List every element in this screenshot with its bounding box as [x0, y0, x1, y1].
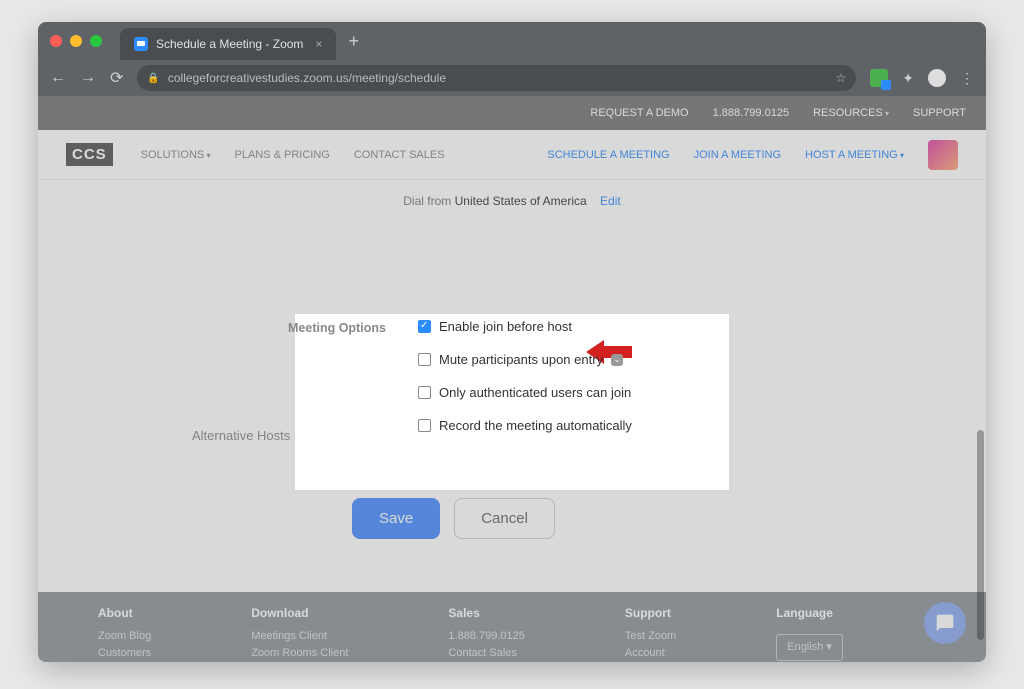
- nav-left: SOLUTIONS PLANS & PRICING CONTACT SALES: [141, 149, 445, 161]
- zoom-favicon-icon: [134, 37, 148, 51]
- footer-download-heading: Download: [251, 606, 348, 620]
- page-footer: About Zoom Blog Customers Download Meeti…: [38, 592, 986, 662]
- opt-join-before-label: Enable join before host: [439, 319, 572, 334]
- resources-dropdown[interactable]: RESOURCES: [813, 107, 889, 119]
- titlebar: Schedule a Meeting - Zoom × +: [38, 22, 986, 60]
- checkbox-icon[interactable]: [418, 419, 431, 432]
- button-row: Save Cancel: [352, 498, 832, 539]
- checkbox-icon[interactable]: [418, 386, 431, 399]
- url-input[interactable]: 🔒 collegeforcreativestudies.zoom.us/meet…: [137, 65, 856, 91]
- opt-record-label: Record the meeting automatically: [439, 418, 632, 433]
- footer-link[interactable]: Contact Sales: [448, 645, 524, 662]
- checkbox-checked-icon[interactable]: [418, 320, 431, 333]
- chat-icon: [935, 613, 955, 633]
- new-tab-button[interactable]: +: [348, 31, 359, 52]
- footer-text: 1.888.799.0125: [448, 628, 524, 645]
- window-controls: [50, 35, 102, 47]
- phone-number: 1.888.799.0125: [713, 107, 789, 119]
- footer-link[interactable]: Customers: [98, 645, 151, 662]
- reload-button[interactable]: ⟳: [110, 68, 123, 88]
- footer-link[interactable]: Account: [625, 645, 676, 662]
- meeting-options-section: Meeting Options Enable join before host …: [288, 319, 718, 433]
- support-link[interactable]: SUPPORT: [913, 107, 966, 119]
- minimize-window-icon[interactable]: [70, 35, 82, 47]
- footer-link[interactable]: Test Zoom: [625, 628, 676, 645]
- authenticated-users-option[interactable]: Only authenticated users can join: [418, 385, 718, 400]
- footer-about: About Zoom Blog Customers: [98, 606, 151, 658]
- footer-language-heading: Language: [776, 606, 843, 620]
- plans-link[interactable]: PLANS & PRICING: [235, 149, 330, 161]
- back-button[interactable]: ←: [50, 69, 66, 87]
- footer-link[interactable]: Meetings Client: [251, 628, 348, 645]
- footer-support: Support Test Zoom Account: [625, 606, 676, 658]
- dial-prefix: Dial from: [403, 194, 454, 208]
- footer-link[interactable]: Zoom Rooms Client: [251, 645, 348, 662]
- info-badge-icon[interactable]: ⌄: [611, 354, 623, 366]
- dial-from-row: Dial from United States of America Edit: [38, 194, 986, 208]
- join-meeting-link[interactable]: JOIN A MEETING: [694, 149, 781, 161]
- solutions-dropdown[interactable]: SOLUTIONS: [141, 149, 211, 161]
- opt-auth-label: Only authenticated users can join: [439, 385, 631, 400]
- browser-window: Schedule a Meeting - Zoom × + ← → ⟳ 🔒 co…: [38, 22, 986, 662]
- scrollbar[interactable]: [977, 430, 984, 640]
- lock-icon: 🔒: [147, 73, 159, 84]
- chat-bubble-button[interactable]: [924, 602, 966, 644]
- footer-sales: Sales 1.888.799.0125 Contact Sales: [448, 606, 524, 658]
- page-content: REQUEST A DEMO 1.888.799.0125 RESOURCES …: [38, 96, 986, 662]
- host-meeting-dropdown[interactable]: HOST A MEETING: [805, 149, 904, 161]
- request-demo-link[interactable]: REQUEST A DEMO: [590, 107, 688, 119]
- forward-button[interactable]: →: [80, 69, 96, 87]
- tab-close-icon[interactable]: ×: [315, 37, 322, 51]
- main-nav: CCS SOLUTIONS PLANS & PRICING CONTACT SA…: [38, 130, 986, 180]
- browser-menu-icon[interactable]: ⋮: [960, 70, 974, 87]
- nav-right: SCHEDULE A MEETING JOIN A MEETING HOST A…: [547, 140, 958, 170]
- ccs-logo[interactable]: CCS: [66, 143, 113, 166]
- profile-avatar-icon[interactable]: [928, 69, 946, 87]
- schedule-meeting-link[interactable]: SCHEDULE A MEETING: [547, 149, 669, 161]
- footer-link[interactable]: Zoom Blog: [98, 628, 151, 645]
- enable-join-before-host-option[interactable]: Enable join before host: [418, 319, 718, 334]
- footer-support-heading: Support: [625, 606, 676, 620]
- mute-participants-option[interactable]: Mute participants upon entry ⌄: [418, 352, 718, 367]
- contact-sales-link[interactable]: CONTACT SALES: [354, 149, 445, 161]
- address-bar: ← → ⟳ 🔒 collegeforcreativestudies.zoom.u…: [38, 60, 986, 96]
- maximize-window-icon[interactable]: [90, 35, 102, 47]
- checkbox-icon[interactable]: [418, 353, 431, 366]
- save-button[interactable]: Save: [352, 498, 440, 539]
- record-automatically-option[interactable]: Record the meeting automatically: [418, 418, 718, 433]
- dial-country: United States of America: [455, 194, 587, 208]
- footer-language: Language English ▾: [776, 606, 843, 658]
- tab-title: Schedule a Meeting - Zoom: [156, 37, 303, 51]
- url-text: collegeforcreativestudies.zoom.us/meetin…: [168, 71, 446, 85]
- meeting-options-label: Meeting Options: [288, 319, 418, 433]
- browser-tab[interactable]: Schedule a Meeting - Zoom ×: [120, 28, 336, 60]
- footer-sales-heading: Sales: [448, 606, 524, 620]
- utility-bar: REQUEST A DEMO 1.888.799.0125 RESOURCES …: [38, 96, 986, 130]
- footer-download: Download Meetings Client Zoom Rooms Clie…: [251, 606, 348, 658]
- opt-mute-label: Mute participants upon entry: [439, 352, 603, 367]
- footer-about-heading: About: [98, 606, 151, 620]
- dial-edit-link[interactable]: Edit: [600, 194, 621, 208]
- close-window-icon[interactable]: [50, 35, 62, 47]
- user-avatar[interactable]: [928, 140, 958, 170]
- bookmark-star-icon[interactable]: ☆: [836, 71, 847, 85]
- cancel-button[interactable]: Cancel: [454, 498, 555, 539]
- extensions-menu-icon[interactable]: ✦: [902, 70, 914, 87]
- language-select[interactable]: English ▾: [776, 634, 843, 661]
- extension-icon[interactable]: [870, 69, 888, 87]
